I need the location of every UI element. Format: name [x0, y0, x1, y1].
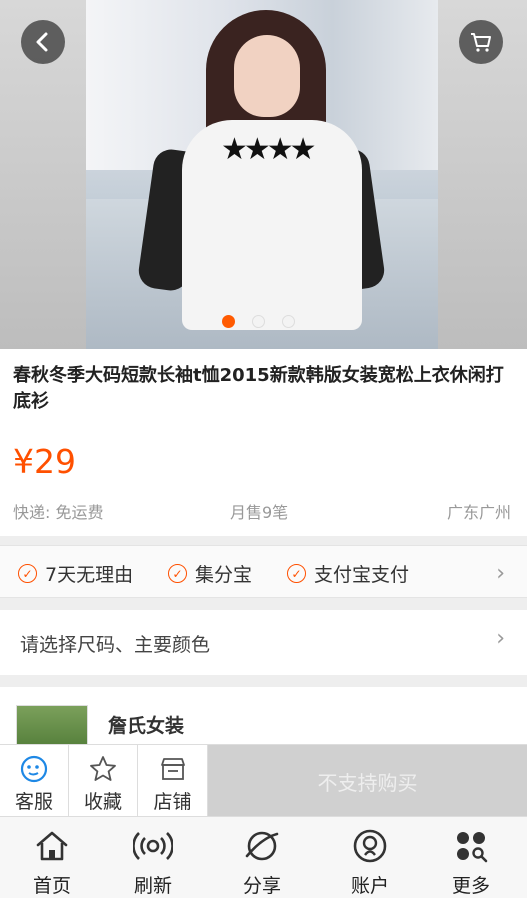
nav-home[interactable]: 首页 [12, 827, 92, 898]
favorite-button[interactable]: 收藏 [69, 745, 138, 817]
service-item: ✓ 集分宝 [168, 560, 252, 587]
service-label: 7天无理由 [45, 564, 134, 586]
nav-share-label: 分享 [242, 875, 281, 897]
carousel-dot[interactable] [252, 315, 265, 328]
product-info: 春秋冬季大码短款长袖t恤2015新款韩版女装宽松上衣休闲打底衫 ¥29 快递: … [0, 349, 527, 536]
check-circle-icon: ✓ [18, 564, 37, 583]
planet-icon [244, 827, 280, 865]
store-label: 店铺 [153, 791, 192, 813]
nav-home-label: 首页 [32, 875, 71, 897]
signal-icon [133, 827, 173, 865]
shipping-info: 快递: 免运费 [13, 503, 104, 522]
cart-icon [471, 33, 491, 52]
service-label: 支付宝支付 [314, 564, 410, 586]
service-label: 集分宝 [195, 564, 253, 586]
store-button[interactable]: 店铺 [138, 745, 208, 817]
chevron-right-icon: › [496, 561, 505, 586]
product-image-carousel[interactable]: ★★★★ [0, 0, 527, 349]
shop-card[interactable]: 詹氏女装 [0, 687, 527, 755]
sku-selector[interactable]: 请选择尺码、主要颜色 › [0, 610, 527, 675]
customer-service-icon [19, 755, 49, 783]
seller-location: 广东广州 [446, 503, 511, 522]
nav-more-label: 更多 [451, 875, 490, 897]
nav-account-label: 账户 [350, 875, 389, 897]
nav-refresh[interactable]: 刷新 [113, 827, 193, 898]
favorite-label: 收藏 [83, 791, 122, 813]
cart-button[interactable] [459, 20, 503, 64]
shop-name: 詹氏女装 [108, 715, 185, 737]
monthly-sales: 月售9笔 [230, 503, 289, 522]
chevron-left-icon [36, 32, 48, 52]
customer-service-label: 客服 [14, 791, 53, 813]
star-icon [89, 755, 117, 783]
nav-account[interactable]: 账户 [330, 827, 410, 898]
more-grid-icon [453, 827, 489, 865]
service-guarantees[interactable]: ✓ 7天无理由 ✓ 集分宝 ✓ 支付宝支付 › [0, 545, 527, 598]
carousel-dot[interactable] [282, 315, 295, 328]
check-circle-icon: ✓ [287, 564, 306, 583]
bottom-navigation: 首页 刷新 分享 账户 更多 [0, 816, 527, 898]
account-icon [352, 827, 388, 865]
carousel-indicator [222, 315, 295, 328]
nav-refresh-label: 刷新 [133, 875, 172, 897]
sku-selector-label: 请选择尺码、主要颜色 [20, 634, 211, 656]
home-icon [34, 827, 70, 865]
service-item: ✓ 7天无理由 [18, 560, 133, 587]
nav-more[interactable]: 更多 [431, 827, 511, 898]
chevron-right-icon: › [496, 626, 505, 651]
product-page: ★★★★ 春秋冬季大码短款长袖t恤2015新款韩版女装宽松上衣休闲打底衫 ¥29… [0, 0, 527, 898]
service-item: ✓ 支付宝支付 [287, 560, 409, 587]
product-price: ¥29 [13, 442, 76, 481]
product-photo: ★★★★ [86, 0, 438, 349]
check-circle-icon: ✓ [168, 564, 187, 583]
nav-share[interactable]: 分享 [222, 827, 302, 898]
product-title: 春秋冬季大码短款长袖t恤2015新款韩版女装宽松上衣休闲打底衫 [13, 365, 504, 412]
buy-button[interactable]: 不支持购买 [208, 745, 527, 817]
store-icon [159, 755, 187, 783]
carousel-dot[interactable] [222, 315, 235, 328]
customer-service-button[interactable]: 客服 [0, 745, 69, 817]
action-bar: 客服 收藏 店铺 不支持购买 [0, 744, 527, 817]
back-button[interactable] [21, 20, 65, 64]
